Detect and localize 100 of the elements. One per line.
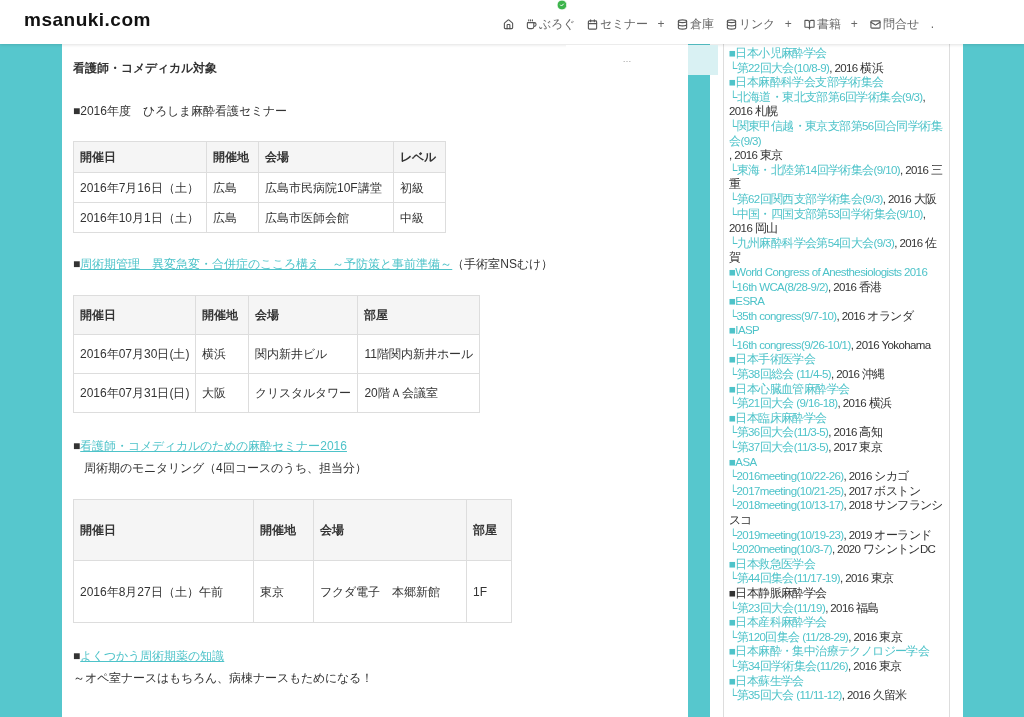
event-entry: └2020meeting(10/3-7), 2020 ワシントンDC (729, 542, 937, 557)
event-entry: └第21回大会 (9/16-18), 2016 横浜 (729, 396, 893, 411)
event-entry: └第34回学術集会(11/26), 2016 東京 (729, 658, 903, 674)
event-link[interactable]: └関東甲信越・東京支部第56回合同学術集会(9/3) (729, 118, 944, 149)
table-cell: 関内新井ビル (248, 334, 358, 374)
database-icon (676, 18, 688, 30)
event-link[interactable]: └東海・北陸第14回学術集会(9/10) (729, 162, 900, 178)
event-link[interactable]: └2020meeting(10/3-7) (729, 542, 832, 557)
event-entry: └関東甲信越・東京支部第56回合同学術集会(9/3) , 2016 東京 (729, 118, 944, 163)
table-cell: クリスタルタワー (248, 373, 358, 413)
event-entry: └北海道・東北支部第6回学術集会(9/3), 2016 札幌 (729, 89, 927, 119)
event-entry: └第44回集会(11/17-19), 2016 東京 (729, 571, 895, 586)
calendar-icon (586, 18, 598, 30)
event-link[interactable]: └第38回総会 (11/4-5) (729, 367, 831, 382)
section-link[interactable]: 周術期管理 異変急変・合併症のこころ構え ～予防策と事前準備～ (80, 257, 453, 271)
nav-link[interactable]: . (930, 0, 934, 33)
sidebar-heading-link[interactable]: ■日本臨床麻酔学会 (729, 411, 827, 424)
table-cell: 2016年8月27日（土）午前 (73, 560, 254, 623)
event-entry: └第35回大会 (11/11-12), 2016 久留米 (729, 688, 908, 703)
section-title: ■2016年度 ひろしま麻酔看護セミナー (73, 103, 288, 120)
event-entry: └16th WCA(8/28-9/2), 2016 香港 (729, 279, 883, 295)
event-entry: └35th congress(9/7-10), 2016 オランダ (729, 308, 915, 324)
nav-link[interactable]: セミナー + (586, 0, 665, 33)
event-link[interactable]: └第44回集会(11/17-19) (729, 571, 840, 586)
event-entry: └東海・北陸第14回学術集会(9/10), 2016 三重 (729, 162, 944, 192)
table-cell: 20階Ａ会議室 (357, 373, 480, 413)
event-entry: └中国・四国支部第53回学術集会(9/10), 2016 岡山 (729, 206, 927, 236)
event-entry: └第22回大会(10/8-9), 2016 横浜 (729, 60, 885, 76)
event-entry: └第62回関西支部学術集会(9/3), 2016 大阪 (729, 191, 938, 207)
nav-link[interactable]: リンク + (725, 0, 792, 33)
table-cell: 広島市民病院10F講堂 (258, 172, 394, 203)
column-header: 開催日 (73, 141, 207, 173)
nav-link[interactable]: ぶろぐ (525, 0, 575, 33)
event-link[interactable]: └16th WCA(8/28-9/2) (729, 279, 828, 295)
sidebar-heading-link[interactable]: ■ASA (729, 455, 757, 468)
page-heading: 看護師・コメディカル対象 (73, 60, 217, 77)
column-header: 開催地 (253, 499, 314, 561)
event-link[interactable]: └2017meeting(10/21-25) (729, 483, 844, 499)
nav-link[interactable]: 書籍 + (803, 0, 858, 33)
event-entry: └第38回総会 (11/4-5), 2016 沖縄 (729, 367, 886, 382)
event-link[interactable]: └第34回学術集会(11/26) (729, 658, 848, 674)
table-cell: 広島 (206, 172, 259, 203)
column-header: 開催地 (195, 295, 249, 335)
database-icon (725, 18, 737, 30)
table-cell: 2016年7月16日（土） (73, 172, 207, 203)
sidebar-heading-link[interactable]: ■ESRA (729, 295, 765, 308)
section-note: ～オペ室ナースはもちろん、病棟ナースもためになる！ (73, 670, 374, 687)
table-cell: 中級 (393, 202, 446, 233)
column-header: 会場 (313, 499, 467, 561)
column-header: レベル (393, 141, 446, 173)
section-subtitle: 周術期のモニタリング（4回コースのうち、担当分） (84, 460, 368, 477)
event-link[interactable]: └第35回大会 (11/11-12) (729, 688, 842, 703)
column-header: 開催日 (73, 499, 254, 561)
site-logo[interactable]: msanuki.com (24, 5, 151, 35)
event-entry: └九州麻酔科学会第54回大会(9/3), 2016 佐賀 (729, 235, 938, 265)
event-link[interactable]: └2019meeting(10/19-23) (729, 527, 844, 543)
event-link[interactable]: └北海道・東北支部第6回学術集会(9/3) (729, 89, 923, 105)
nav-link[interactable]: 倉庫 (676, 0, 714, 33)
event-link[interactable]: └第62回関西支部学術集会(9/3) (729, 191, 883, 207)
event-entry: └16th congress(9/26-10/1), 2016 Yokohama (729, 337, 932, 353)
sidebar-heading-link[interactable]: ■日本産科麻酔学会 (729, 616, 827, 629)
table-cell: 2016年07月30日(土) (73, 334, 196, 374)
table-cell: 東京 (253, 560, 314, 623)
event-link[interactable]: └2018meeting(10/13-17) (729, 498, 844, 513)
column-header: 部屋 (466, 499, 512, 561)
event-entry: └第120回集会 (11/28-29), 2016 東京 (729, 629, 904, 645)
section-title: ■看護師・コメディカルのための麻酔セミナー2016 (73, 438, 348, 455)
sidebar-heading-link[interactable]: ■日本救急医学会 (729, 557, 816, 570)
home-icon (502, 18, 514, 30)
event-link[interactable]: └16th congress(9/26-10/1) (729, 337, 851, 353)
event-link[interactable]: └中国・四国支部第53回学術集会(9/10) (729, 206, 923, 222)
sidebar-heading-link[interactable]: ■日本麻酔・集中治療テクノロジー学会 (729, 645, 930, 658)
event-entry: └第37回大会(11/3-5), 2017 東京 (729, 440, 884, 455)
event-link[interactable]: └2016meeting(10/22-26) (729, 469, 844, 484)
table-cell: 2016年07月31日(日) (73, 373, 196, 413)
sidebar-heading-link[interactable]: ■日本麻酔科学会支部学術集会 (729, 76, 884, 89)
event-entry: └2018meeting(10/13-17), 2018 サンフランシスコ (729, 498, 944, 528)
sidebar-heading-link[interactable]: ■日本手術医学会 (729, 353, 816, 366)
sidebar-heading-link[interactable]: ■日本心臓血管麻酔学会 (729, 382, 850, 395)
book-icon (803, 18, 815, 30)
nav-link[interactable]: 問合せ (869, 0, 919, 33)
section-title: ■周術期管理 異変急変・合併症のこころ構え ～予防策と事前準備～（手術室NSむけ） (73, 256, 554, 273)
column-header: 開催日 (73, 295, 196, 335)
column-header: 会場 (258, 141, 394, 173)
section-title: ■よくつかう周術期薬の知識 (73, 648, 226, 665)
event-link[interactable]: └第21回大会 (9/16-18) (729, 396, 838, 411)
table-cell: フクダ電子 本郷新館 (313, 560, 467, 623)
event-entry: └2016meeting(10/22-26), 2016 シカゴ (729, 469, 910, 484)
section-link[interactable]: よくつかう周術期薬の知識 (80, 649, 225, 663)
section-link[interactable]: 看護師・コメディカルのための麻酔セミナー2016 (80, 439, 347, 453)
sidebar-heading-link[interactable]: ■日本小児麻酔学会 (729, 47, 827, 59)
sidebar-heading-link[interactable]: ■World Congress of Anesthesiologists 2016 (729, 265, 928, 278)
event-entry: └2019meeting(10/19-23), 2019 オーランド (729, 527, 933, 543)
event-entry: └2017meeting(10/21-25), 2017 ボストン (729, 483, 922, 499)
event-entry: └第36回大会(11/3-5), 2016 高知 (729, 425, 884, 441)
sidebar-heading-link[interactable]: ■日本蘇生学会 (729, 674, 804, 687)
column-header: 部屋 (357, 295, 480, 335)
table-cell: 初級 (393, 172, 446, 203)
column-header: 会場 (248, 295, 358, 335)
sidebar-heading-link[interactable]: ■IASP (729, 324, 760, 337)
